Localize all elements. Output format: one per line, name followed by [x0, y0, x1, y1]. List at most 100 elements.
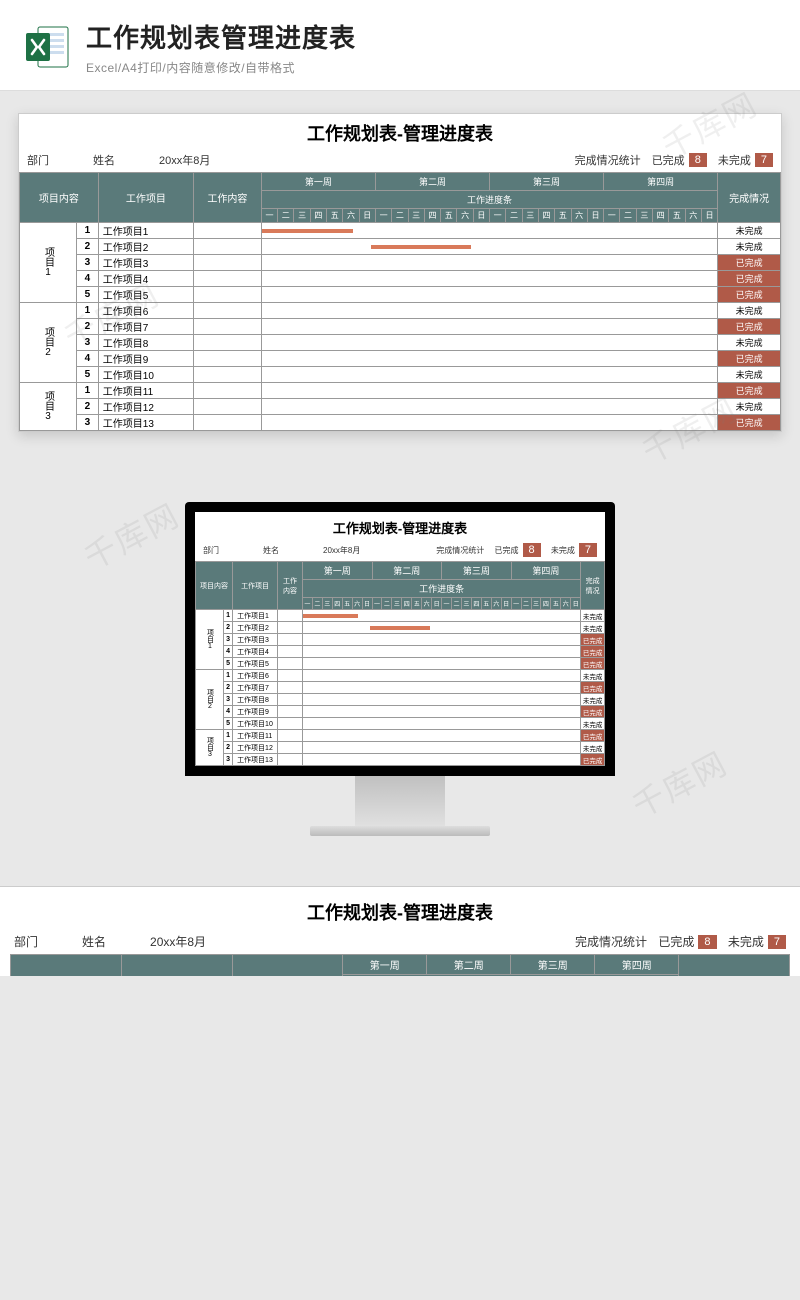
task-content [278, 634, 303, 646]
row-idx: 3 [77, 415, 99, 431]
day-13: 日 [432, 598, 442, 610]
day-2: 三 [322, 598, 332, 610]
col-progress: 工作进度条 [261, 191, 717, 209]
status-cell: 已完成 [718, 287, 781, 303]
template-title: 工作规划表管理进度表 [86, 18, 356, 55]
schedule-table: 项目内容 工作项目 工作内容第一周第二周第三周第四周完成情况工作进度条一二三四五… [10, 954, 790, 976]
sheet-title: 工作规划表-管理进度表 [19, 114, 781, 150]
day-18: 五 [555, 209, 571, 223]
gantt-cell [302, 730, 580, 742]
row-idx: 5 [224, 718, 233, 730]
row-idx: 2 [224, 622, 233, 634]
task-content [193, 351, 261, 367]
info-row: 部门 姓名 20xx年8月 完成情况统计 已完成 8 未完成 7 [19, 150, 781, 172]
row-idx: 1 [77, 383, 99, 399]
day-15: 二 [506, 209, 522, 223]
day-26: 六 [685, 209, 701, 223]
day-2: 三 [294, 209, 310, 223]
day-6: 日 [362, 598, 372, 610]
day-14: 一 [490, 209, 506, 223]
task-content [193, 319, 261, 335]
task-name: 工作项目4 [233, 646, 278, 658]
watermark: 千库网 [75, 491, 187, 580]
day-0: 一 [261, 209, 277, 223]
task-name: 工作项目9 [233, 706, 278, 718]
date-label: 20xx年8月 [159, 152, 210, 168]
status-cell: 已完成 [581, 706, 605, 718]
row-idx: 2 [77, 239, 99, 255]
table-row: 2工作项目7已完成 [20, 319, 781, 335]
row-idx: 1 [77, 303, 99, 319]
status-cell: 已完成 [581, 754, 605, 766]
table-row: 4工作项目9 已完成 [196, 706, 605, 718]
day-25: 五 [669, 209, 685, 223]
task-name: 工作项目4 [98, 271, 193, 287]
task-content [193, 415, 261, 431]
gantt-cell [302, 718, 580, 730]
col-proj: 项目内容 [20, 173, 99, 223]
name-label: 姓名 [93, 152, 115, 168]
day-23: 三 [636, 209, 652, 223]
gantt-cell [261, 383, 717, 399]
template-header: 工作规划表管理进度表 Excel/A4打印/内容随意修改/自带格式 [0, 0, 800, 91]
template-subtitle: Excel/A4打印/内容随意修改/自带格式 [86, 59, 356, 76]
task-name: 工作项目10 [98, 367, 193, 383]
day-0: 一 [302, 598, 312, 610]
day-1: 二 [312, 598, 322, 610]
dept-label: 部门 [203, 545, 219, 556]
monitor-mockup: 工作规划表-管理进度表 部门 姓名 20xx年8月 完成情况统计 已完成 8 未… [185, 502, 615, 836]
row-idx: 4 [77, 351, 99, 367]
row-idx: 4 [224, 706, 233, 718]
task-content [278, 646, 303, 658]
watermark: 千库网 [623, 739, 735, 828]
task-name: 工作项目11 [98, 383, 193, 399]
task-content [193, 271, 261, 287]
row-idx: 3 [224, 634, 233, 646]
col-week-2: 第二周 [427, 955, 511, 975]
row-idx: 1 [224, 610, 233, 622]
day-23: 三 [531, 598, 541, 610]
table-row: 3工作项目13已完成 [20, 415, 781, 431]
day-6: 日 [359, 209, 375, 223]
task-name: 工作项目13 [98, 415, 193, 431]
day-21: 一 [604, 209, 620, 223]
col-week-1: 第一周 [343, 955, 427, 975]
gantt-cell [261, 223, 717, 239]
stats-label: 完成情况统计 [436, 545, 484, 556]
day-5: 六 [352, 598, 362, 610]
group-label: 项目1 [196, 610, 224, 670]
task-name: 工作项目6 [98, 303, 193, 319]
sheet-title: 工作规划表-管理进度表 [195, 512, 605, 541]
col-proj: 项目内容 [11, 955, 122, 977]
task-name: 工作项目11 [233, 730, 278, 742]
row-idx: 1 [224, 730, 233, 742]
col-week-3: 第三周 [442, 562, 512, 580]
task-content [193, 239, 261, 255]
day-27: 日 [571, 598, 581, 610]
gantt-cell [261, 271, 717, 287]
day-14: 一 [442, 598, 452, 610]
table-row: 2工作项目2未完成 [20, 239, 781, 255]
table-row: 项目11工作项目1未完成 [20, 223, 781, 239]
gantt-cell [302, 754, 580, 766]
day-22: 二 [521, 598, 531, 610]
table-row: 4工作项目4已完成 [196, 646, 605, 658]
task-content [278, 706, 303, 718]
row-idx: 2 [77, 319, 99, 335]
task-name: 工作项目9 [98, 351, 193, 367]
status-cell: 未完成 [718, 303, 781, 319]
col-week-2: 第二周 [375, 173, 489, 191]
table-row: 项目31工作项目11已完成 [20, 383, 781, 399]
undone-label: 未完成 [551, 545, 575, 556]
excel-icon [24, 23, 72, 71]
row-idx: 1 [77, 223, 99, 239]
task-content [278, 682, 303, 694]
col-progress: 工作进度条 [302, 580, 580, 598]
day-9: 三 [408, 209, 424, 223]
day-19: 六 [571, 209, 587, 223]
table-row: 3工作项目8未完成 [196, 694, 605, 706]
table-row: 4工作项目4已完成 [20, 271, 781, 287]
table-row: 项目11工作项目1未完成 [196, 610, 605, 622]
name-label: 姓名 [82, 933, 106, 950]
status-cell: 已完成 [581, 658, 605, 670]
